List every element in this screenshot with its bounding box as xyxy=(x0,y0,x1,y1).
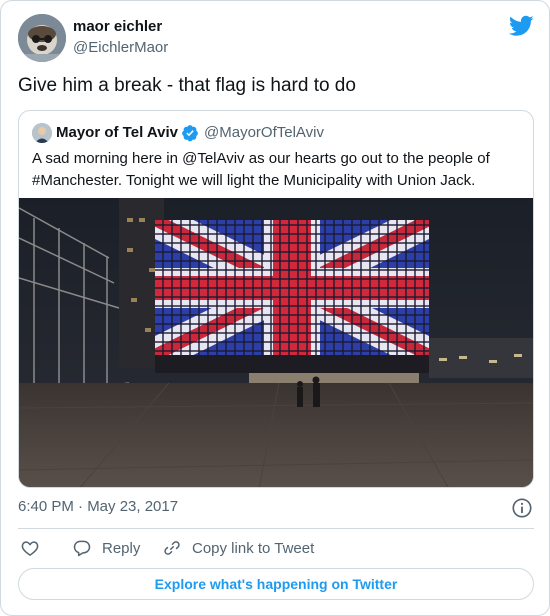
reply-button[interactable]: Reply xyxy=(72,538,140,558)
quoted-tweet-photo[interactable] xyxy=(19,198,534,488)
info-icon[interactable] xyxy=(511,497,533,519)
author-handle[interactable]: @EichlerMaor xyxy=(73,39,168,56)
quoted-text-part-1: A sad morning here in xyxy=(32,150,183,167)
hashtag-link[interactable]: #Manchester xyxy=(32,172,118,189)
heart-icon xyxy=(21,541,39,556)
divider xyxy=(18,528,534,529)
explore-twitter-button[interactable]: Explore what's happening on Twitter xyxy=(18,568,534,600)
tweet-text: Give him a break - that flag is hard to … xyxy=(18,75,356,96)
quoted-author-avatar[interactable] xyxy=(32,123,52,143)
embedded-tweet-card: maor eichler @EichlerMaor Give him a bre… xyxy=(0,0,550,616)
quoted-tweet-text: A sad morning here in @TelAviv as our he… xyxy=(32,148,522,192)
mention-link[interactable]: @TelAviv xyxy=(182,150,244,167)
reply-bubble-icon xyxy=(73,540,91,557)
like-button[interactable] xyxy=(20,538,40,558)
copy-link-label: Copy link to Tweet xyxy=(192,539,315,557)
verified-badge-icon xyxy=(182,125,198,142)
twitter-bird-icon[interactable] xyxy=(509,15,534,37)
quoted-author-handle[interactable]: @MayorOfTelAviv xyxy=(204,124,324,141)
link-icon xyxy=(164,541,180,555)
quoted-author-name[interactable]: Mayor of Tel Aviv xyxy=(56,124,178,141)
quoted-tweet[interactable]: Mayor of Tel Aviv @MayorOfTelAviv A sad … xyxy=(18,110,534,488)
reply-label: Reply xyxy=(102,539,141,557)
copy-link-button[interactable]: Copy link to Tweet xyxy=(162,538,314,558)
quoted-text-part-2: as our hearts go out to the people of xyxy=(244,150,490,167)
author-name[interactable]: maor eichler xyxy=(73,18,162,35)
quoted-text-part-3: . Tonight we will light the Municipality… xyxy=(117,172,476,189)
tweet-timestamp[interactable]: 6:40 PM · May 23, 2017 xyxy=(18,498,178,515)
author-avatar[interactable] xyxy=(18,14,66,62)
